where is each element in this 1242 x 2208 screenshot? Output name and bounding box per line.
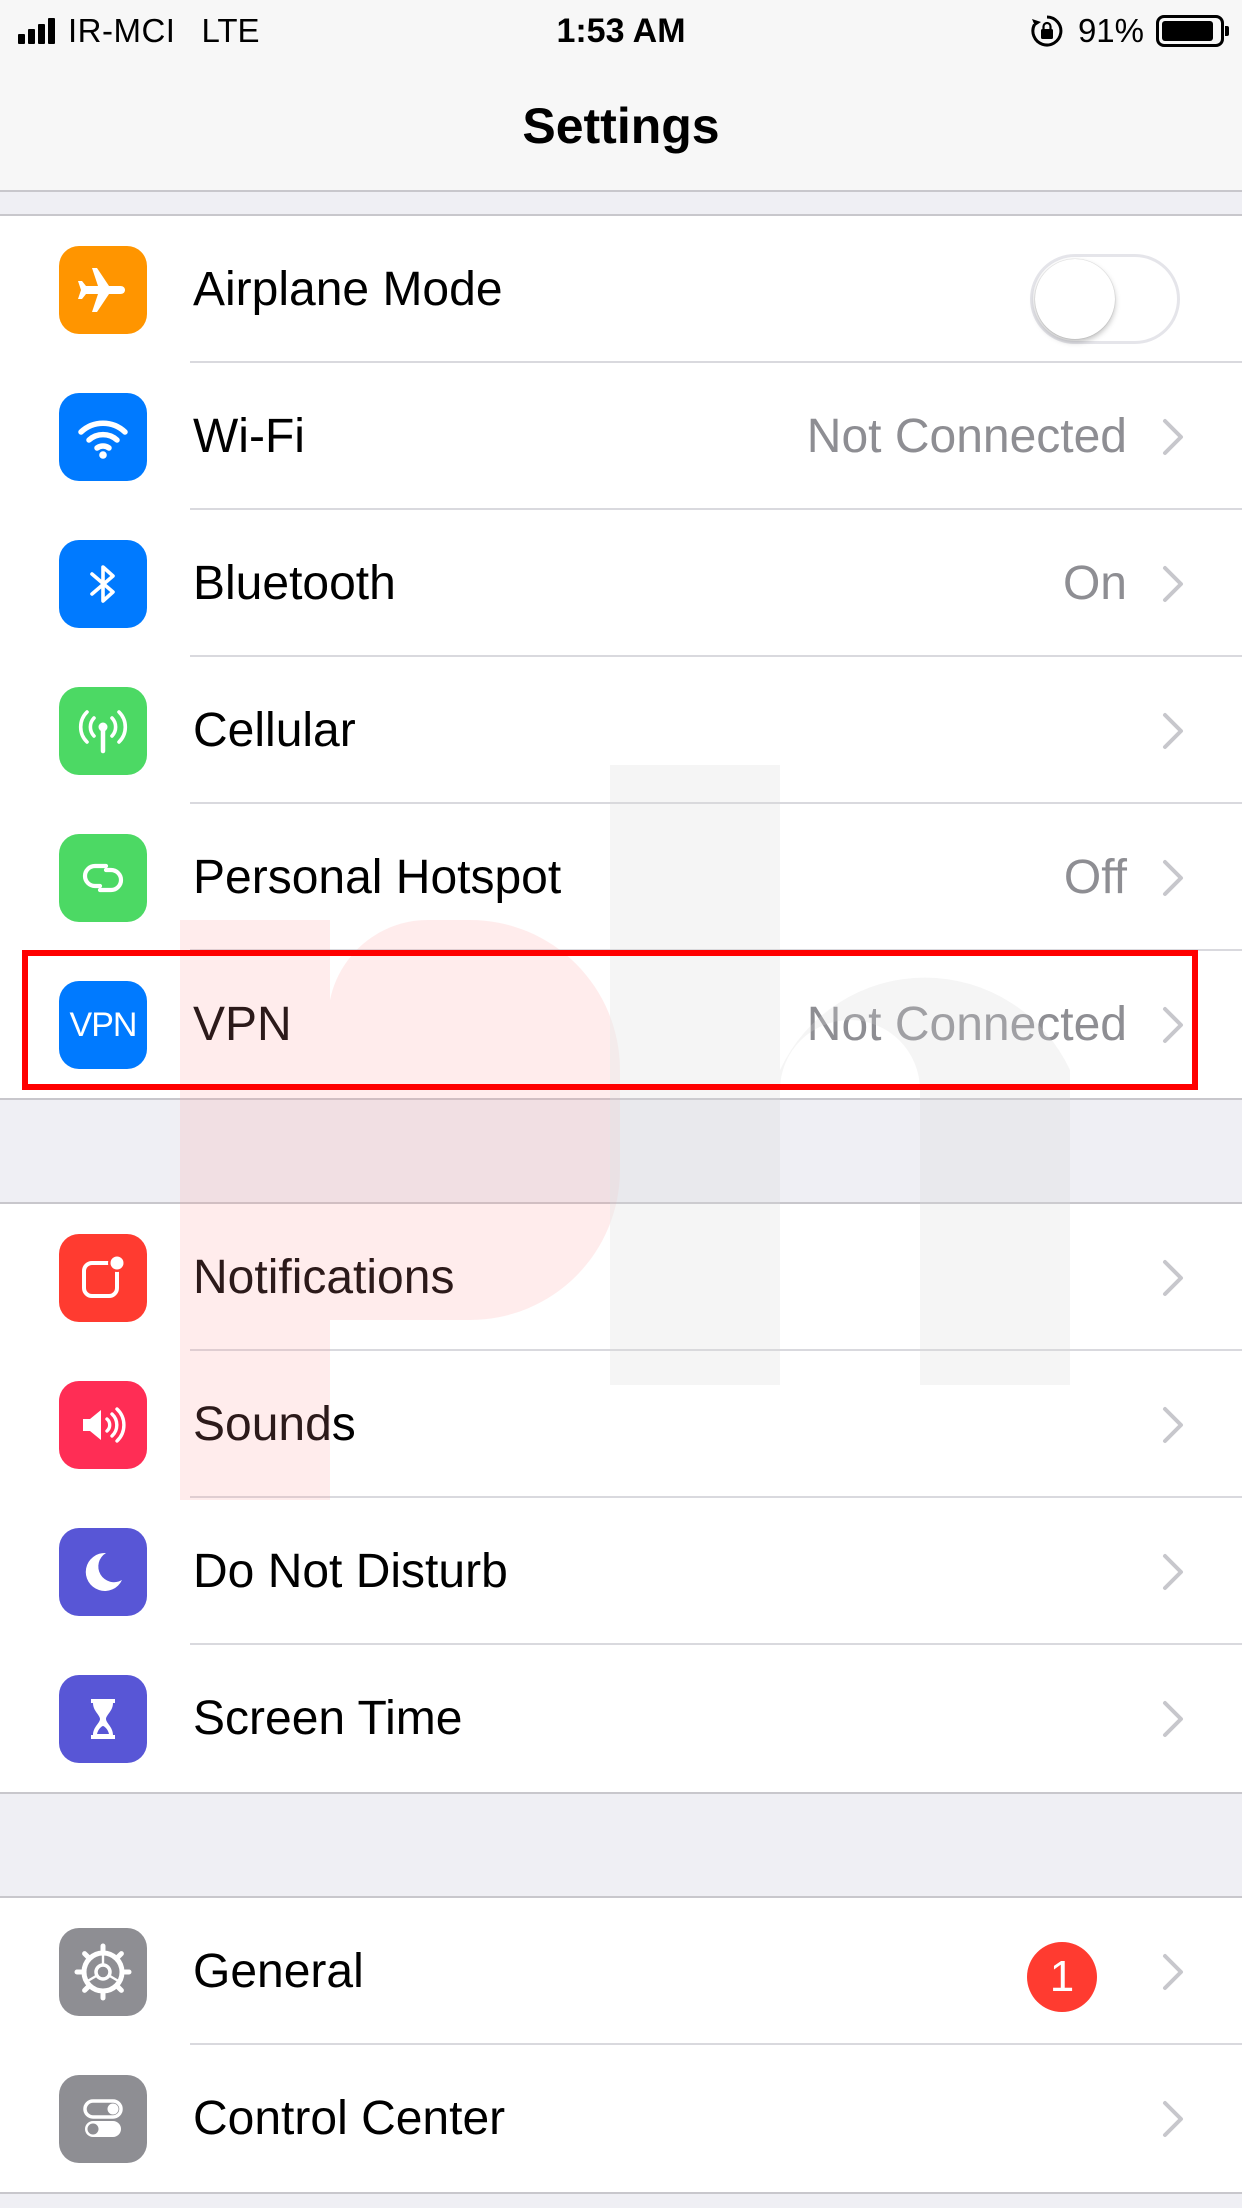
vpn-icon: VPN <box>59 981 147 1069</box>
update-count-badge: 1 <box>1027 1942 1097 2012</box>
row-value: Off <box>1063 851 1127 904</box>
navigation-bar: Settings <box>0 62 1242 192</box>
battery-icon <box>1156 15 1229 47</box>
settings-row-bluetooth[interactable]: Bluetooth On <box>0 510 1242 657</box>
notifications-group: Notifications Sounds Do Not Disturb Scre… <box>0 1202 1242 1794</box>
row-label: VPN <box>193 998 292 1051</box>
battery-nub <box>1225 26 1229 36</box>
status-bar: IR-MCI LTE 1:53 AM 91% <box>0 0 1242 62</box>
row-label: Wi-Fi <box>193 410 305 463</box>
toggle-knob <box>1035 259 1115 339</box>
row-value: On <box>1062 557 1127 610</box>
row-label: Do Not Disturb <box>193 1545 508 1598</box>
settings-row-general[interactable]: General 1 <box>0 1898 1242 2045</box>
chevron-right-icon <box>1163 1554 1183 1590</box>
settings-row-screen-time[interactable]: Screen Time <box>0 1645 1242 1792</box>
settings-row-vpn[interactable]: VPN VPN Not Connected <box>0 951 1242 1098</box>
chevron-right-icon <box>1163 2101 1183 2137</box>
general-group: General 1 Control Center <box>0 1896 1242 2194</box>
settings-screen: IR-MCI LTE 1:53 AM 91% Settings Airplane… <box>0 0 1242 2208</box>
airplane-icon <box>59 246 147 334</box>
hotspot-link-icon <box>59 834 147 922</box>
row-value: Not Connected <box>806 410 1127 463</box>
settings-row-do-not-disturb[interactable]: Do Not Disturb <box>0 1498 1242 1645</box>
row-label: Sounds <box>193 1398 356 1451</box>
hourglass-icon <box>59 1675 147 1763</box>
settings-row-notifications[interactable]: Notifications <box>0 1204 1242 1351</box>
vpn-icon-text: VPN <box>69 1005 138 1044</box>
row-label: Screen Time <box>193 1692 463 1745</box>
notifications-icon <box>59 1234 147 1322</box>
rotation-lock-icon <box>1031 15 1063 47</box>
settings-row-personal-hotspot[interactable]: Personal Hotspot Off <box>0 804 1242 951</box>
chevron-right-icon <box>1163 713 1183 749</box>
airplane-mode-toggle[interactable] <box>1030 254 1180 344</box>
status-right: 91% <box>1030 10 1229 52</box>
moon-icon <box>59 1528 147 1616</box>
chevron-right-icon <box>1163 1407 1183 1443</box>
battery-percent: 91% <box>1077 12 1144 49</box>
wifi-icon <box>59 393 147 481</box>
chevron-right-icon <box>1163 1954 1183 1990</box>
row-label: Notifications <box>193 1251 455 1304</box>
cellular-antenna-icon <box>59 687 147 775</box>
chevron-right-icon <box>1163 1701 1183 1737</box>
connectivity-group: Airplane Mode Wi-Fi Not Connected Blueto… <box>0 214 1242 1100</box>
row-label: Control Center <box>193 2092 506 2145</box>
settings-row-wifi[interactable]: Wi-Fi Not Connected <box>0 363 1242 510</box>
chevron-right-icon <box>1163 1007 1183 1043</box>
chevron-right-icon <box>1163 566 1183 602</box>
battery-fill <box>1162 21 1213 41</box>
settings-row-control-center[interactable]: Control Center <box>0 2045 1242 2192</box>
settings-row-airplane-mode[interactable]: Airplane Mode <box>0 216 1242 363</box>
chevron-right-icon <box>1163 1260 1183 1296</box>
chevron-right-icon <box>1163 419 1183 455</box>
settings-row-sounds[interactable]: Sounds <box>0 1351 1242 1498</box>
switches-icon <box>59 2075 147 2163</box>
row-label: Bluetooth <box>193 557 396 610</box>
page-title: Settings <box>522 98 720 154</box>
speaker-icon <box>59 1381 147 1469</box>
bluetooth-icon <box>59 540 147 628</box>
row-label: Airplane Mode <box>193 263 503 316</box>
row-value: Not Connected <box>806 998 1127 1051</box>
gear-icon <box>59 1928 147 2016</box>
settings-row-cellular[interactable]: Cellular <box>0 657 1242 804</box>
row-label: Personal Hotspot <box>193 851 562 904</box>
row-label: General <box>193 1945 364 1998</box>
chevron-right-icon <box>1163 860 1183 896</box>
row-label: Cellular <box>193 704 356 757</box>
